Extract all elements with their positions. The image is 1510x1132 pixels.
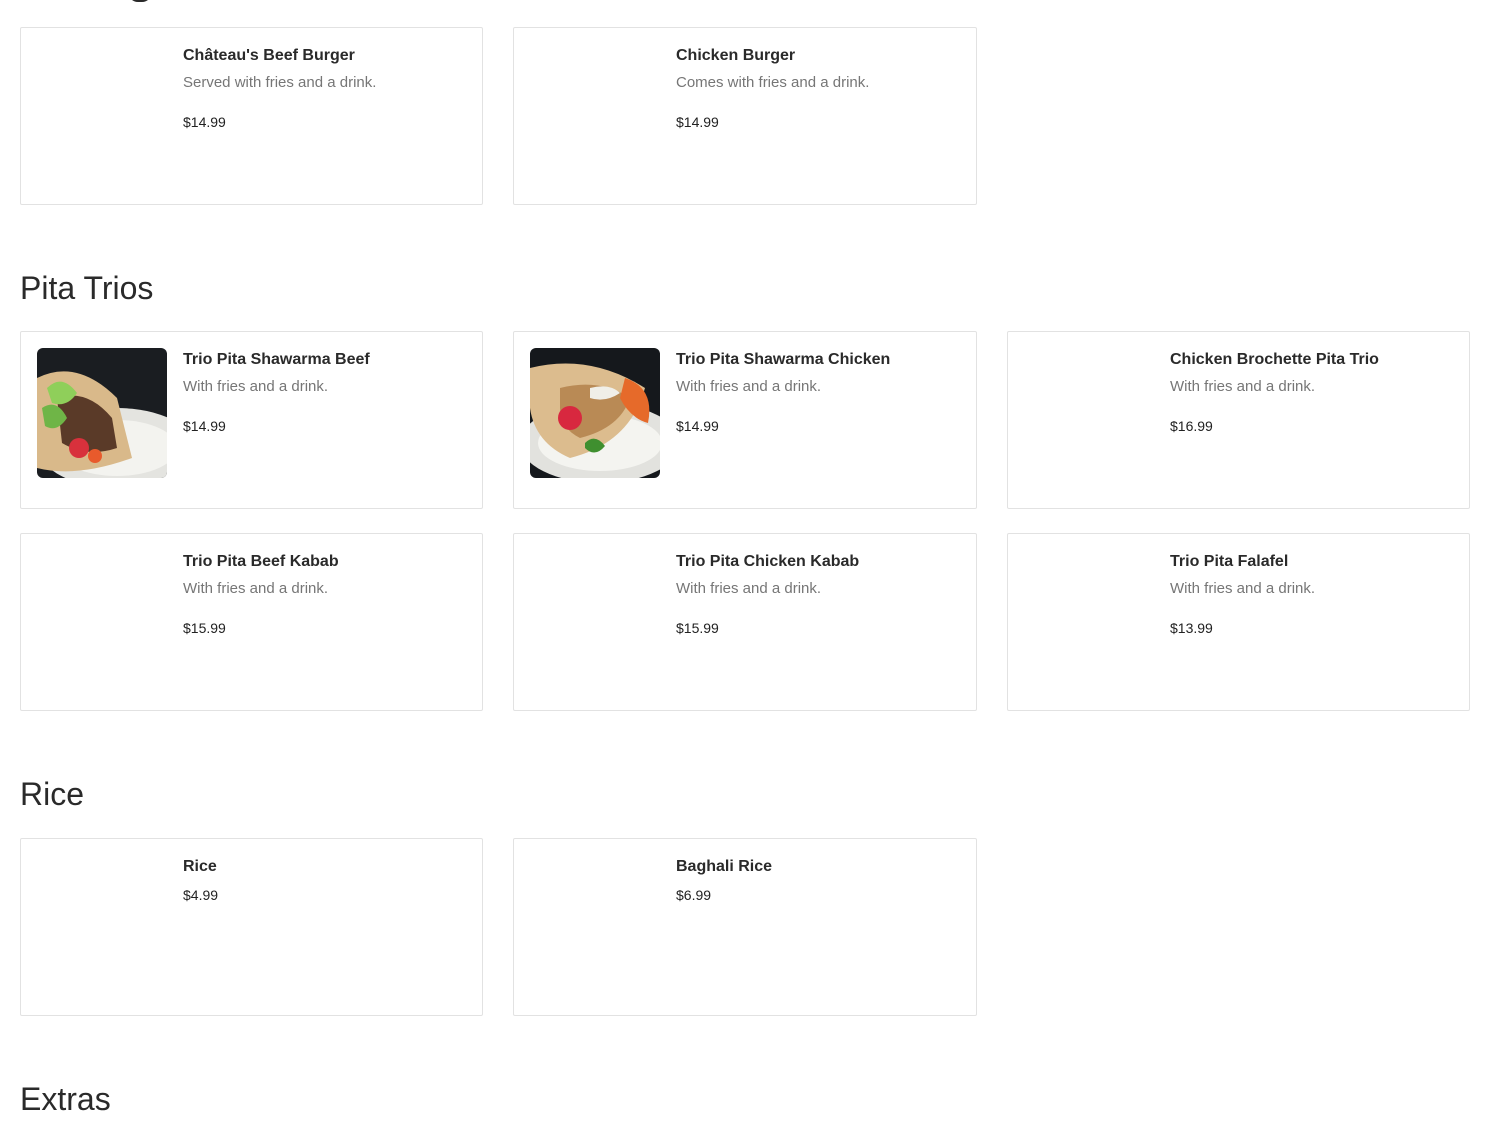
menu-item-card[interactable]: Trio Pita Falafel With fries and a drink… bbox=[1007, 533, 1470, 711]
menu-item-card[interactable]: Baghali Rice $6.99 bbox=[513, 838, 977, 1016]
menu-item-card[interactable]: Trio Pita Shawarma Chicken With fries an… bbox=[513, 331, 977, 509]
section-title-pita-trios: Pita Trios bbox=[20, 270, 154, 306]
section-title-partial bbox=[20, 0, 220, 4]
item-name: Trio Pita Shawarma Beef bbox=[183, 351, 370, 368]
menu-item-card[interactable]: Trio Pita Shawarma Beef With fries and a… bbox=[20, 331, 483, 509]
item-photo bbox=[37, 348, 167, 478]
item-price: $13.99 bbox=[1170, 620, 1213, 636]
item-description: With fries and a drink. bbox=[676, 378, 822, 395]
item-description: Comes with fries and a drink. bbox=[676, 74, 870, 91]
item-price: $16.99 bbox=[1170, 418, 1213, 434]
item-description: With fries and a drink. bbox=[183, 378, 329, 395]
item-description: With fries and a drink. bbox=[1170, 378, 1316, 395]
item-name: Trio Pita Beef Kabab bbox=[183, 553, 339, 570]
item-price: $15.99 bbox=[183, 620, 226, 636]
item-name: Chicken Burger bbox=[676, 47, 796, 64]
item-description: With fries and a drink. bbox=[183, 580, 329, 597]
item-name: Trio Pita Chicken Kabab bbox=[676, 553, 860, 570]
item-name: Chicken Brochette Pita Trio bbox=[1170, 351, 1379, 368]
item-price: $4.99 bbox=[183, 887, 219, 903]
item-name: Trio Pita Shawarma Chicken bbox=[676, 351, 891, 368]
item-price: $14.99 bbox=[676, 418, 719, 434]
item-photo bbox=[530, 348, 660, 478]
section-title-rice: Rice bbox=[20, 776, 85, 812]
menu-item-card[interactable]: Rice $4.99 bbox=[20, 838, 483, 1016]
menu-item-card[interactable]: Chicken Brochette Pita Trio With fries a… bbox=[1007, 331, 1470, 509]
menu-item-card[interactable]: Chicken Burger Comes with fries and a dr… bbox=[513, 27, 977, 205]
item-description: Served with fries and a drink. bbox=[183, 74, 377, 91]
menu-item-card[interactable]: Trio Pita Beef Kabab With fries and a dr… bbox=[20, 533, 483, 711]
item-description: With fries and a drink. bbox=[676, 580, 822, 597]
item-name: Château's Beef Burger bbox=[183, 47, 355, 64]
menu-item-card[interactable]: Trio Pita Chicken Kabab With fries and a… bbox=[513, 533, 977, 711]
section-title-extras: Extras bbox=[20, 1081, 111, 1117]
item-price: $14.99 bbox=[183, 418, 226, 434]
item-description: With fries and a drink. bbox=[1170, 580, 1316, 597]
item-price: $15.99 bbox=[676, 620, 719, 636]
menu-item-card[interactable]: Château's Beef Burger Served with fries … bbox=[20, 27, 483, 205]
item-price: $14.99 bbox=[676, 114, 719, 130]
item-name: Trio Pita Falafel bbox=[1170, 553, 1289, 570]
item-price: $6.99 bbox=[676, 887, 712, 903]
item-name: Baghali Rice bbox=[676, 858, 773, 875]
item-name: Rice bbox=[183, 858, 217, 875]
item-price: $14.99 bbox=[183, 114, 226, 130]
